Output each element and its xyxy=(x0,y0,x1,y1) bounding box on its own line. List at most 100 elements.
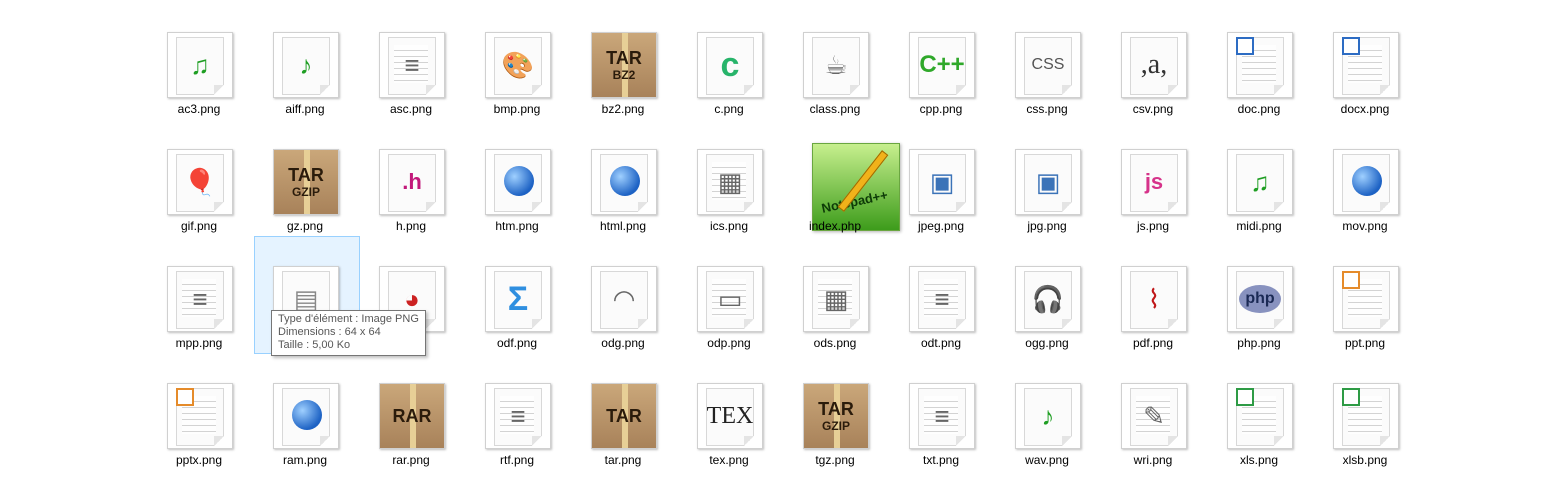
file-item[interactable]: ▭ odp.png xyxy=(677,266,781,382)
icon-glyph-text: TEX xyxy=(706,403,754,429)
file-name-label: midi.png xyxy=(1236,219,1282,233)
text-file-icon: ≡ xyxy=(909,383,975,449)
file-item[interactable]: ram.png xyxy=(253,383,357,499)
paint-palette-icon: 🎨 xyxy=(485,32,551,98)
file-name-label: tex.png xyxy=(709,453,749,467)
photo-image-icon: ▣ xyxy=(1015,149,1081,215)
javascript-file-icon: js xyxy=(1121,149,1187,215)
icon-glyph-text: ,a, xyxy=(1140,49,1168,80)
file-item[interactable]: ≡ txt.png xyxy=(889,383,993,499)
file-name-label: ics.png xyxy=(709,219,749,233)
text-document-icon: ≡ xyxy=(909,266,975,332)
file-item[interactable]: ≡ asc.png xyxy=(359,32,463,148)
text-file-icon: ≡ xyxy=(379,32,445,98)
file-name-label: rar.png xyxy=(392,453,430,467)
photo-image-icon: ▣ xyxy=(909,149,975,215)
file-item[interactable]: ▦ ics.png xyxy=(677,149,781,265)
archive-label: TAR xyxy=(818,399,854,419)
archive-box-icon: RAR xyxy=(379,383,445,449)
file-item[interactable]: ≡ odt.png xyxy=(889,266,993,382)
tooltip-type: Type d'élément : Image PNG xyxy=(278,313,419,325)
c-source-icon: c xyxy=(697,32,763,98)
archive-label: RAR xyxy=(392,406,432,426)
file-item[interactable]: ▣ jpeg.png xyxy=(889,149,993,265)
file-item[interactable]: htm.png xyxy=(465,149,569,265)
quicktime-icon xyxy=(1333,149,1399,215)
file-item[interactable]: ☕ class.png xyxy=(783,32,887,148)
file-item[interactable]: ▦ ods.png xyxy=(783,266,887,382)
file-name-label: gif.png xyxy=(180,219,218,233)
file-item[interactable]: c c.png xyxy=(677,32,781,148)
file-item[interactable]: ≡ rtf.png xyxy=(465,383,569,499)
file-name-label: odp.png xyxy=(707,336,751,350)
spreadsheet-icon: ▦ xyxy=(803,266,869,332)
java-cup-icon: ☕ xyxy=(803,32,869,98)
file-name-label: tgz.png xyxy=(815,453,855,467)
file-item[interactable]: CSS css.png xyxy=(995,32,1099,148)
file-item[interactable]: Notepad++ index.php xyxy=(783,143,900,265)
image-balloon-icon: 🎈 xyxy=(167,149,233,215)
file-name-label: html.png xyxy=(599,219,647,233)
rich-text-icon: ≡ xyxy=(485,383,551,449)
file-item[interactable]: html.png xyxy=(571,149,675,265)
file-item[interactable]: ,a, csv.png xyxy=(1101,32,1205,148)
file-item[interactable]: xls.png xyxy=(1207,383,1311,499)
archive-box-icon: TAR GZIP xyxy=(273,149,339,215)
file-name-label: htm.png xyxy=(495,219,539,233)
icon-glyph-text: Σ xyxy=(507,280,529,318)
file-item[interactable]: ♫ midi.png xyxy=(1207,149,1311,265)
file-item[interactable]: ♪ aiff.png xyxy=(253,32,357,148)
file-item[interactable]: xlsb.png xyxy=(1313,383,1417,499)
file-item[interactable]: RAR rar.png xyxy=(359,383,463,499)
file-item[interactable]: ⌇ pdf.png xyxy=(1101,266,1205,382)
file-item[interactable]: ♪ wav.png xyxy=(995,383,1099,499)
file-item[interactable]: TAR BZ2 bz2.png xyxy=(571,32,675,148)
tooltip-size: Taille : 5,00 Ko xyxy=(278,339,351,351)
file-name-label: c.png xyxy=(714,102,744,116)
formula-sigma-icon: Σ xyxy=(485,266,551,332)
file-item[interactable]: TAR GZIP gz.png xyxy=(253,149,357,265)
file-name-label: bz2.png xyxy=(601,102,645,116)
file-item[interactable]: pptx.png xyxy=(147,383,251,499)
file-name-label: rtf.png xyxy=(499,453,535,467)
file-name-label: jpeg.png xyxy=(917,219,965,233)
file-item[interactable]: 🎨 bmp.png xyxy=(465,32,569,148)
icon-glyph-text: C++ xyxy=(919,51,965,78)
file-item[interactable]: TEX tex.png xyxy=(677,383,781,499)
file-item[interactable]: 🎈 gif.png xyxy=(147,149,251,265)
file-item[interactable]: .h h.png xyxy=(359,149,463,265)
icon-glyph-text: js xyxy=(1144,169,1164,194)
file-name-label: mpp.png xyxy=(175,336,223,350)
calendar-icon: ▦ xyxy=(697,149,763,215)
file-item[interactable]: ◠ odg.png xyxy=(571,266,675,382)
file-name-label: pdf.png xyxy=(1132,336,1174,350)
web-globe-icon xyxy=(591,149,657,215)
powerpoint-icon xyxy=(1333,266,1399,332)
powerpoint-icon xyxy=(167,383,233,449)
excel-icon xyxy=(1227,383,1293,449)
file-item[interactable]: js js.png xyxy=(1101,149,1205,265)
csv-file-icon: ,a, xyxy=(1121,32,1187,98)
file-item[interactable]: ≡ mpp.png xyxy=(147,266,251,382)
file-name-label: asc.png xyxy=(389,102,433,116)
file-name-label: tar.png xyxy=(604,453,642,467)
file-name-label: wri.png xyxy=(1133,453,1173,467)
file-name-label: index.php xyxy=(808,219,862,233)
file-item[interactable]: ♫ ac3.png xyxy=(147,32,251,148)
file-item[interactable]: TAR GZIP tgz.png xyxy=(783,383,887,499)
file-item[interactable]: Σodf.png xyxy=(465,266,569,382)
file-item[interactable]: php php.png xyxy=(1207,266,1311,382)
audio-wave-file-icon: ♪ xyxy=(1015,383,1081,449)
file-item[interactable]: ppt.png xyxy=(1313,266,1417,382)
file-item[interactable]: TAR tar.png xyxy=(571,383,675,499)
file-item[interactable]: docx.png xyxy=(1313,32,1417,148)
file-icon-grid: ♫ ac3.png ♪ aiff.png ≡ asc.png 🎨 bmp.png TAR BZ2 b… xyxy=(0,0,1544,500)
file-item[interactable]: ✎ wri.png xyxy=(1101,383,1205,499)
midi-piano-icon: ♫ xyxy=(1227,149,1293,215)
file-item[interactable]: doc.png xyxy=(1207,32,1311,148)
file-name-label: pptx.png xyxy=(175,453,223,467)
file-item[interactable]: C++ cpp.png xyxy=(889,32,993,148)
file-item[interactable]: 🎧 ogg.png xyxy=(995,266,1099,382)
file-item[interactable]: mov.png xyxy=(1313,149,1417,265)
file-item[interactable]: ▣ jpg.png xyxy=(995,149,1099,265)
